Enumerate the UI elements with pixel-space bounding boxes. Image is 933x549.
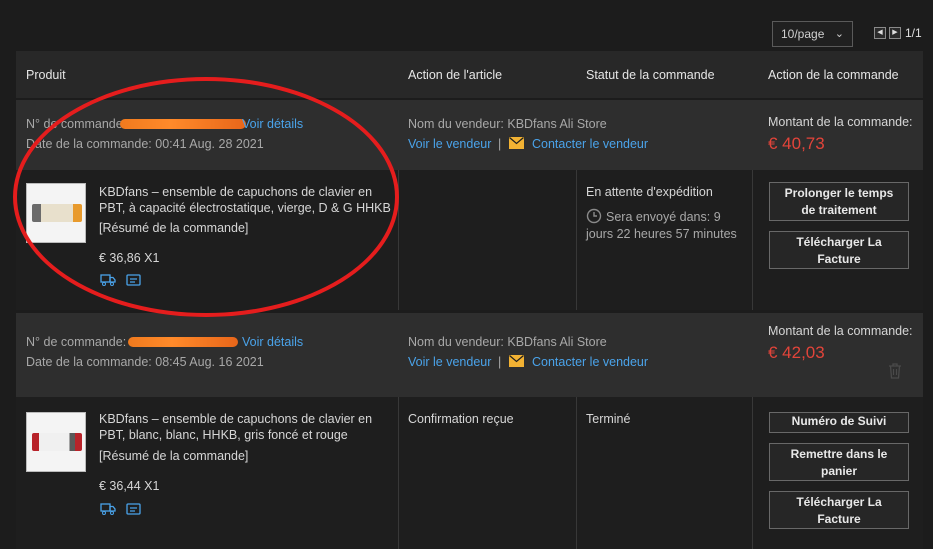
column-divider	[752, 397, 753, 549]
order-header: N° de commande: Voir détails Date de la …	[16, 313, 923, 397]
button-label: Remettre dans le	[790, 447, 888, 461]
product-thumbnail[interactable]	[26, 412, 86, 472]
table-header: Produit Action de l'article Statut de la…	[16, 51, 923, 98]
view-seller-link[interactable]: Voir le vendeur	[408, 355, 491, 369]
prev-page-icon[interactable]: ◀	[874, 27, 886, 39]
pagination-bar: 10/page ⌄ ◀ ▶ 1/1	[0, 0, 933, 50]
clock-icon	[586, 208, 602, 227]
button-label: Prolonger le temps	[784, 186, 894, 200]
receipt-icon[interactable]	[126, 274, 141, 286]
header-order-action: Action de la commande	[768, 68, 899, 82]
button-label: Télécharger La	[796, 495, 882, 509]
column-divider	[576, 170, 577, 310]
product-title-line2[interactable]: PBT, à capacité électrostatique, vierge,…	[99, 201, 391, 215]
header-order-status: Statut de la commande	[586, 68, 715, 82]
column-divider	[398, 170, 399, 310]
next-page-icon[interactable]: ▶	[889, 27, 901, 39]
tracking-number-button[interactable]: Numéro de Suivi	[769, 412, 909, 433]
order-amount: € 40,73	[768, 134, 825, 153]
button-label: panier	[820, 464, 857, 478]
keyboard-image	[32, 204, 82, 222]
column-divider	[398, 397, 399, 549]
order-item-row: KBDfans – ensemble de capuchons de clavi…	[16, 170, 923, 310]
column-divider	[576, 397, 577, 549]
trash-icon[interactable]	[888, 363, 902, 382]
order-status: Terminé	[586, 412, 631, 426]
contact-seller-link[interactable]: Contacter le vendeur	[532, 355, 648, 369]
envelope-icon[interactable]	[509, 137, 524, 152]
item-icons	[100, 503, 141, 515]
price-quantity: € 36,86 X1	[99, 251, 160, 265]
download-invoice-button[interactable]: Télécharger La Facture	[769, 491, 909, 529]
view-seller-link[interactable]: Voir le vendeur	[408, 137, 491, 151]
order-number-label: N° de commande:	[26, 335, 127, 349]
product-title-line1[interactable]: KBDfans – ensemble de capuchons de clavi…	[99, 412, 372, 426]
view-details-link[interactable]: Voir détails	[242, 335, 303, 349]
per-page-value: 10/page	[781, 27, 825, 41]
extend-processing-time-button[interactable]: Prolonger le temps de traitement	[769, 182, 909, 221]
redacted-order-number	[128, 337, 238, 347]
keyboard-image	[32, 433, 82, 451]
item-icons	[100, 274, 141, 286]
page-info: 1/1	[905, 26, 922, 40]
link-separator: |	[498, 355, 502, 369]
button-label: Facture	[817, 252, 861, 266]
product-title-line2[interactable]: PBT, blanc, blanc, HHKB, gris foncé et r…	[99, 428, 348, 442]
order-number-label: N° de commande:	[26, 117, 127, 131]
seller-name: Nom du vendeur: KBDfans Ali Store	[408, 117, 607, 131]
link-separator: |	[498, 137, 502, 151]
envelope-icon[interactable]	[509, 355, 524, 370]
item-action-status: Confirmation reçue	[408, 412, 514, 426]
order-amount-label: Montant de la commande:	[768, 324, 913, 338]
product-thumbnail[interactable]	[26, 183, 86, 243]
view-details-link[interactable]: Voir détails	[242, 117, 303, 131]
receipt-icon[interactable]	[126, 503, 141, 515]
seller-name: Nom du vendeur: KBDfans Ali Store	[408, 335, 607, 349]
order-header: N° de commande: Voir détails Date de la …	[16, 100, 923, 170]
button-label: Facture	[817, 512, 861, 526]
order-summary-link[interactable]: [Résumé de la commande]	[99, 449, 248, 463]
redacted-order-number	[120, 119, 246, 129]
column-divider	[752, 170, 753, 310]
order-status: En attente d'expédition	[586, 185, 713, 199]
chevron-down-icon: ⌄	[834, 28, 844, 40]
download-invoice-button[interactable]: Télécharger La Facture	[769, 231, 909, 269]
order-amount: € 42,03	[768, 343, 825, 362]
order-summary-link[interactable]: [Résumé de la commande]	[99, 221, 248, 235]
truck-icon[interactable]	[100, 274, 116, 286]
shipping-countdown-line2: jours 22 heures 57 minutes	[586, 227, 737, 241]
button-label: de traitement	[801, 203, 877, 217]
order-amount-label: Montant de la commande:	[768, 115, 913, 129]
header-item-action: Action de l'article	[408, 68, 503, 82]
shipping-countdown-line1: Sera envoyé dans: 9	[606, 210, 721, 224]
button-label: Numéro de Suivi	[791, 414, 887, 428]
contact-seller-link[interactable]: Contacter le vendeur	[532, 137, 648, 151]
order-date: Date de la commande: 08:45 Aug. 16 2021	[26, 355, 264, 369]
add-to-cart-again-button[interactable]: Remettre dans le panier	[769, 443, 909, 481]
product-title-line1[interactable]: KBDfans – ensemble de capuchons de clavi…	[99, 185, 372, 199]
button-label: Télécharger La	[796, 235, 882, 249]
header-product: Produit	[26, 68, 66, 82]
per-page-select[interactable]: 10/page ⌄	[772, 21, 853, 47]
truck-icon[interactable]	[100, 503, 116, 515]
price-quantity: € 36,44 X1	[99, 479, 160, 493]
order-date: Date de la commande: 00:41 Aug. 28 2021	[26, 137, 264, 151]
order-item-row: KBDfans – ensemble de capuchons de clavi…	[16, 397, 923, 549]
